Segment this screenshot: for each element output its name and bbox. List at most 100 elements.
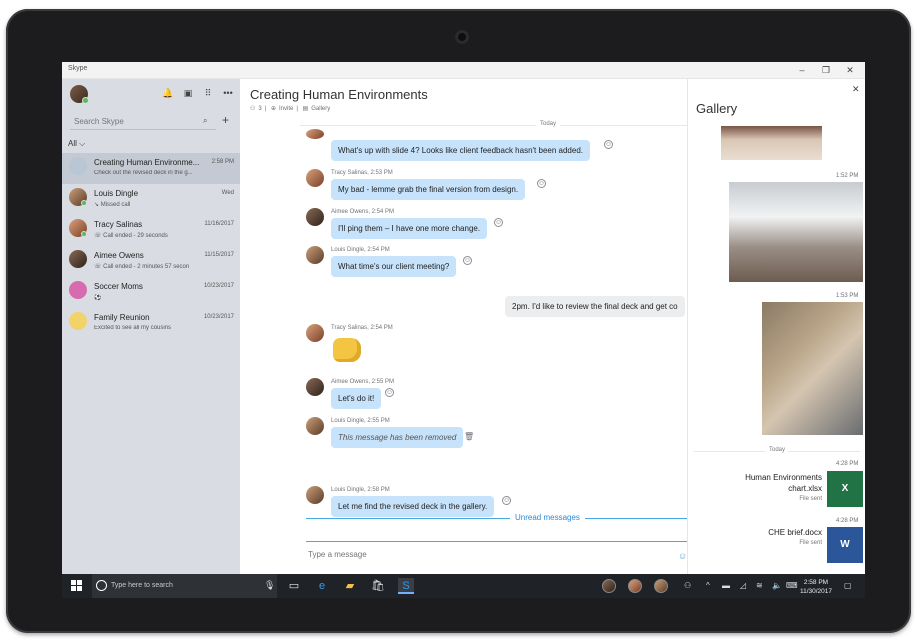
gallery-photo[interactable] (721, 126, 822, 160)
message-bubble[interactable]: My bad - lemme grab the final version fr… (331, 179, 526, 200)
trash-icon[interactable]: 🗑 (464, 432, 474, 441)
volume-icon[interactable]: 🔈 (772, 581, 782, 590)
contact-time: 2:58 PM (211, 159, 234, 165)
invite-link[interactable]: Invite (279, 106, 293, 112)
message-input[interactable] (308, 550, 608, 559)
windows-start-icon[interactable] (71, 580, 82, 591)
window-title: Skype (68, 65, 88, 72)
taskbar-clock[interactable]: 2:58 PM 11/30/2017 (795, 578, 837, 596)
people-avatar[interactable] (628, 579, 642, 593)
message-bubble-outgoing[interactable]: 2pm. I'd like to review the final deck a… (505, 296, 685, 317)
file-name[interactable]: CHE brief.docx (742, 528, 822, 538)
chat-pane: Creating Human Environments ⚇ 3 | ⊕ Invite |… (240, 79, 687, 574)
file-explorer-icon[interactable]: ▰ (342, 578, 358, 594)
people-icon[interactable]: ⚇ (684, 581, 691, 590)
contact-time: 10/23/2017 (203, 314, 234, 320)
emoji-picker-icon[interactable]: ☺ (678, 551, 687, 561)
people-avatar[interactable] (602, 579, 616, 593)
task-view-icon[interactable]: ▭ (286, 578, 302, 594)
close-gallery-icon[interactable]: ✕ (852, 84, 860, 95)
notifications-icon[interactable]: ▢ (844, 581, 852, 590)
edge-icon[interactable]: e (314, 578, 330, 594)
gallery-link[interactable]: Gallery (311, 106, 330, 112)
photo-time: 1:53 PM (836, 293, 859, 299)
search-icon[interactable]: ⌕ (203, 116, 207, 126)
invite-icon[interactable]: ⊕ (271, 106, 276, 112)
file-time: 4:28 PM (836, 518, 859, 524)
add-chat-button[interactable]: + (222, 113, 229, 127)
more-icon[interactable]: ••• (222, 88, 234, 98)
online-status-icon (81, 231, 87, 237)
emoji-react-icon[interactable]: ☺ (604, 140, 613, 149)
search-input[interactable] (70, 114, 216, 130)
day-label: Today (536, 121, 561, 127)
gallery-photo[interactable] (762, 302, 863, 435)
maximize-button[interactable]: ❐ (814, 63, 838, 77)
unread-divider (306, 518, 687, 519)
sender-avatar (306, 129, 324, 139)
chat-filter-dropdown[interactable]: All ⌵ (68, 139, 85, 149)
contact-item[interactable]: Family Reunion Excited to see all my cou… (62, 308, 240, 339)
contact-name: Aimee Owens (94, 251, 144, 260)
word-file-icon[interactable]: W (827, 527, 863, 563)
contact-preview: Excited to see all my cousins (94, 325, 172, 331)
bell-icon[interactable]: 🔔 (162, 88, 174, 99)
contact-preview: ☏ Call ended - 29 seconds (94, 233, 168, 239)
battery-icon[interactable]: ▬ (722, 581, 730, 590)
chevron-up-icon[interactable]: ^ (706, 581, 710, 590)
contact-item[interactable]: Creating Human Environme... Check out th… (62, 153, 240, 184)
avatar (69, 250, 87, 268)
network-icon[interactable]: ◿ (740, 581, 746, 590)
day-separator (300, 125, 687, 126)
participants-icon[interactable]: ⚇ (250, 106, 255, 112)
excel-file-icon[interactable]: X (827, 471, 863, 507)
people-avatar[interactable] (654, 579, 668, 593)
message-bubble[interactable]: Let me find the revised deck in the gall… (331, 496, 495, 517)
contact-item[interactable]: Aimee Owens ☏ Call ended - 2 minutes 57 … (62, 246, 240, 277)
contact-name: Creating Human Environme... (94, 158, 200, 167)
emoji-react-icon[interactable]: ☺ (537, 179, 546, 188)
photo-time: 1:52 PM (836, 173, 859, 179)
store-icon[interactable]: 🛍 (370, 578, 386, 594)
microphone-icon[interactable]: 🎙 (264, 580, 275, 591)
message-bubble[interactable]: Let's do it! (331, 388, 382, 409)
contact-item[interactable]: Louis Dingle ↘ Missed call Wed (62, 184, 240, 215)
gallery-photo[interactable] (729, 182, 863, 282)
participant-count: 3 (258, 106, 262, 112)
group-avatar (69, 157, 87, 175)
message-bubble[interactable]: What time's our client meeting? (331, 256, 457, 277)
contacts-icon[interactable]: ▣ (182, 88, 194, 99)
skype-taskbar-icon[interactable]: S (398, 578, 414, 594)
contact-item[interactable]: Soccer Moms ⚽ 10/23/2017 (62, 277, 240, 308)
unread-label: Unread messages (510, 513, 585, 522)
sidebar: 🔔 ▣ ⠿ ••• ⌕ + All ⌵ Creating Human Envir… (62, 79, 240, 574)
message-bubble[interactable]: I'll ping them – I have one more change. (331, 218, 488, 239)
emoji-react-icon[interactable]: ☺ (502, 496, 511, 505)
file-name[interactable]: chart.xlsx (742, 484, 822, 494)
group-avatar (69, 281, 87, 299)
thumbs-up-emoji-icon[interactable] (333, 338, 361, 362)
message-bubble[interactable]: What's up with slide 4? Looks like clien… (331, 140, 590, 161)
emoji-react-icon[interactable]: ☺ (463, 256, 472, 265)
contact-time: 11/16/2017 (204, 221, 234, 227)
sender-name: Louis Dingle, 2:54 PM (331, 247, 390, 253)
sender-avatar (306, 208, 324, 226)
wifi-icon[interactable]: ≋ (756, 581, 763, 590)
contact-name: Family Reunion (94, 313, 150, 322)
cortana-icon[interactable] (96, 580, 107, 591)
taskbar: Type here to search 🎙 ▭ e ▰ 🛍 S ⚇ ^ ▬ ◿ … (62, 574, 865, 598)
online-status-icon (81, 200, 87, 206)
sender-name: Aimee Owens, 2:55 PM (331, 379, 395, 385)
dialpad-icon[interactable]: ⠿ (202, 88, 214, 99)
contact-time: Wed (221, 190, 234, 196)
emoji-react-icon[interactable]: ☺ (494, 218, 503, 227)
contact-preview: Check out the revised deck in the g... (94, 170, 193, 176)
chat-title: Creating Human Environments (250, 87, 428, 102)
contact-item[interactable]: Tracy Salinas ☏ Call ended - 29 seconds … (62, 215, 240, 246)
compose-divider (306, 541, 687, 542)
minimize-button[interactable]: – (790, 63, 814, 77)
file-name[interactable]: Human Environments (742, 473, 822, 483)
gallery-icon[interactable]: ▤ (303, 106, 309, 112)
emoji-react-icon[interactable]: ☺ (385, 388, 394, 397)
close-button[interactable]: ✕ (838, 63, 862, 77)
